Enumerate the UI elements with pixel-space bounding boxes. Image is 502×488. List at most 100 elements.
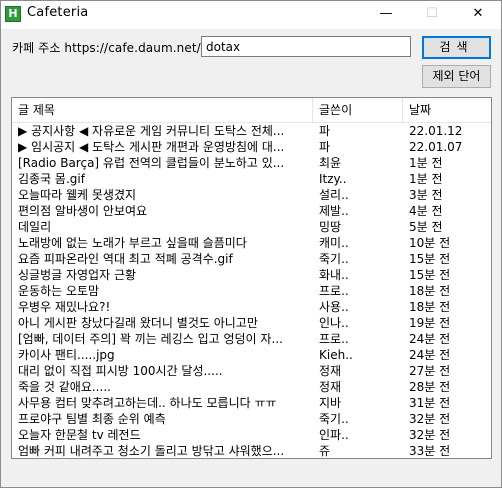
post-date: 5분 전 [409,220,443,234]
list-item[interactable]: 우병우 재밌나요?! 사용.. 18분 전 [12,299,491,315]
post-date: 3분 전 [409,188,443,202]
cafe-url-label: 카페 주소 https://cafe.daum.net/ [12,41,201,55]
post-title: 데일리 [18,220,52,234]
post-date: 1분 전 [409,172,443,186]
list-item[interactable]: 죽을 것 같애요..... 정재 28분 전 [12,379,491,395]
post-title: 요즘 피파온라인 역대 최고 적폐 공격수.gif [18,252,233,266]
post-date: 15분 전 [409,268,451,282]
post-writer: 파 [319,140,331,154]
post-title: ▶ 임시공지 ◀ 도탁스 게시판 개편과 운영방침에 대... [18,140,285,154]
column-header-title[interactable]: 글 제목 [12,98,313,122]
post-date: 32분 전 [409,412,451,426]
list-item[interactable]: 김종국 몸.gif Itzy.. 1분 전 [12,171,491,187]
post-title: 아니 게시판 창났다길래 왔더니 별것도 아니고만 [18,316,258,330]
post-title: 프로야구 팀별 최종 순위 예측 [18,412,166,426]
post-writer: 제발.. [319,204,349,218]
post-date: 24분 전 [409,332,451,346]
post-date: 24분 전 [409,348,451,362]
close-button[interactable]: ✕ [455,1,501,29]
post-date: 33분 전 [409,444,451,458]
post-date: 19분 전 [409,316,451,330]
window-title: Cafeteria [27,5,89,20]
list-item[interactable]: [Radio Barça] 유럽 전역의 클럽들이 분노하고 있... 최윤 1분 … [12,155,491,171]
post-writer: 화내.. [319,268,349,282]
list-item[interactable]: 요즘 피파온라인 역대 최고 적폐 공격수.gif 죽기.. 15분 전 [12,251,491,267]
list-item[interactable]: [엄빠, 데이터 주의] 꽉 끼는 레깅스 입고 엉덩이 자... 프로.. 24분… [12,331,491,347]
post-title: 오늘자 한문철 tv 레전드 [18,428,141,442]
post-title: 대리 없이 직접 피시방 100시간 달성..... [18,364,223,378]
post-writer: Itzy.. [319,172,347,186]
post-title: 카이사 팬티.....jpg [18,348,115,362]
post-title: 엄빠 커피 내려주고 청소기 돌리고 방닦고 샤워했으... [18,444,285,458]
list-item[interactable]: 사무용 컴터 맞추려고하는데.. 하나도 모릅니다 ㅠㅠ 지바 31분 전 [12,395,491,411]
column-header-writer[interactable]: 글쓴이 [313,98,403,122]
search-button[interactable]: 검색 [422,36,491,59]
post-title: 오늘따라 웰케 못생겼지 [18,188,137,202]
post-date: 10분 전 [409,236,451,250]
column-header-date[interactable]: 날짜 [403,98,491,122]
list-header: 글 제목 글쓴이 날짜 [12,98,491,123]
post-title: 죽을 것 같애요..... [18,380,111,394]
post-date: 18분 전 [409,300,451,314]
post-title: 우병우 재밌나요?! [18,300,111,314]
post-writer: Kieh.. [319,348,353,362]
app-window: H Cafeteria — ☐ ✕ 카페 주소 https://cafe.dau… [0,0,502,488]
list-item[interactable]: 오늘따라 웰케 못생겼지 설리.. 3분 전 [12,187,491,203]
minimize-button[interactable]: — [363,1,409,29]
post-date: 32분 전 [409,428,451,442]
post-writer: 프로.. [319,332,349,346]
post-writer: 인파.. [319,428,349,442]
post-writer: 죽기.. [319,252,349,266]
post-writer: 사용.. [319,300,349,314]
post-title: 김종국 몸.gif [18,172,85,186]
post-title: ▶ 공지사항 ◀ 자유로운 게임 커뮤니티 도탁스 전체... [18,124,285,138]
list-item[interactable]: 운동하는 오토맘 프로.. 18분 전 [12,283,491,299]
post-title: 편의점 알바생이 안보여요 [18,204,148,218]
post-date: 22.01.07 [409,140,463,154]
post-date: 4분 전 [409,204,443,218]
list-item[interactable]: 아니 게시판 창났다길래 왔더니 별것도 아니고만 인나.. 19분 전 [12,315,491,331]
list-item[interactable]: 싱글벙글 자영업자 근황 화내.. 15분 전 [12,267,491,283]
post-writer: 밍땅 [319,220,342,234]
post-writer: 죽기.. [319,412,349,426]
post-date: 18분 전 [409,284,451,298]
post-writer: 최윤 [319,156,342,170]
post-title: [엄빠, 데이터 주의] 꽉 끼는 레깅스 입고 엉덩이 자... [18,332,283,346]
list-item[interactable]: 데일리 밍땅 5분 전 [12,219,491,235]
list-item[interactable]: 노래방에 없는 노래가 부르고 싶을때 슬픔미다 캐미.. 10분 전 [12,235,491,251]
list-rows: ▶ 공지사항 ◀ 자유로운 게임 커뮤니티 도탁스 전체... 파 22.01.12… [12,123,491,458]
maximize-button: ☐ [426,6,438,21]
list-item[interactable]: ▶ 임시공지 ◀ 도탁스 게시판 개편과 운영방침에 대... 파 22.01.07 [12,139,491,155]
post-writer: 지바 [319,396,342,410]
post-date: 31분 전 [409,396,451,410]
post-list[interactable]: 글 제목 글쓴이 날짜 ▶ 공지사항 ◀ 자유로운 게임 커뮤니티 도탁스 전체… [11,97,492,459]
list-item[interactable]: 엄빠 커피 내려주고 청소기 돌리고 방닦고 샤워했으... 쥬 33분 전 [12,443,491,458]
post-title: 노래방에 없는 노래가 부르고 싶을때 슬픔미다 [18,236,247,250]
post-date: 28분 전 [409,380,451,394]
list-item[interactable]: 오늘자 한문철 tv 레전드 인파.. 32분 전 [12,427,491,443]
list-item[interactable]: 프로야구 팀별 최종 순위 예측 죽기.. 32분 전 [12,411,491,427]
exclude-words-button[interactable]: 제외 단어 [422,65,491,88]
post-writer: 프로.. [319,284,349,298]
post-date: 22.01.12 [409,124,463,138]
post-title: 운동하는 오토맘 [18,284,100,298]
post-writer: 설리.. [319,188,349,202]
list-item[interactable]: 대리 없이 직접 피시방 100시간 달성..... 정재 27분 전 [12,363,491,379]
post-writer: 정재 [319,380,342,394]
post-title: [Radio Barça] 유럽 전역의 클럽들이 분노하고 있... [18,156,285,170]
post-title: 사무용 컴터 맞추려고하는데.. 하나도 모릅니다 ㅠㅠ [18,396,277,410]
post-title: 싱글벙글 자영업자 근황 [18,268,137,282]
post-writer: 캐미.. [319,236,349,250]
list-item[interactable]: ▶ 공지사항 ◀ 자유로운 게임 커뮤니티 도탁스 전체... 파 22.01.12 [12,123,491,139]
post-date: 27분 전 [409,364,451,378]
cafe-id-input[interactable] [201,36,411,57]
post-date: 1분 전 [409,156,443,170]
app-icon: H [5,6,21,22]
post-date: 15분 전 [409,252,451,266]
list-item[interactable]: 편의점 알바생이 안보여요 제발.. 4분 전 [12,203,491,219]
title-bar[interactable]: H Cafeteria — ☐ ✕ [1,1,501,29]
post-writer: 정재 [319,364,342,378]
list-item[interactable]: 카이사 팬티.....jpg Kieh.. 24분 전 [12,347,491,363]
post-writer: 쥬 [319,444,331,458]
post-writer: 인나.. [319,316,349,330]
